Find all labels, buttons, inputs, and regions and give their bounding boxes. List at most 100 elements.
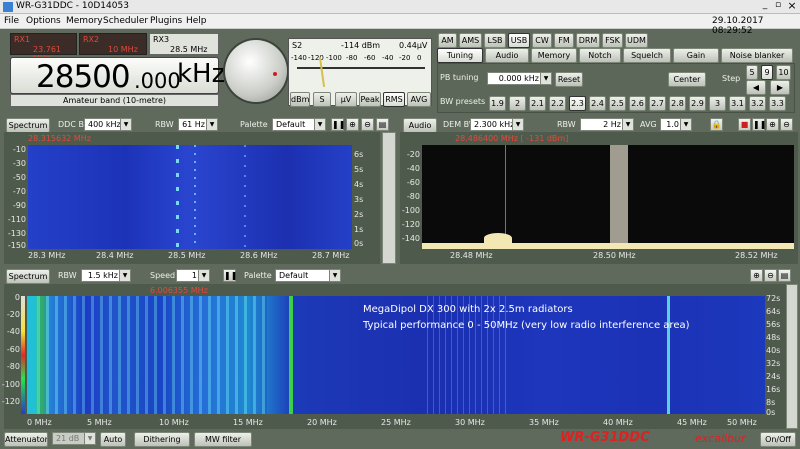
- bw-2-1[interactable]: 2.1: [529, 96, 546, 111]
- zoom-in-icon[interactable]: ⊕: [766, 118, 779, 131]
- bw-2-4[interactable]: 2.4: [589, 96, 606, 111]
- mode-fsk[interactable]: FSK: [602, 33, 623, 48]
- bw-3-3[interactable]: 3.3: [769, 96, 786, 111]
- step-5[interactable]: 5: [746, 65, 758, 80]
- spectrum2-waterfall[interactable]: MegaDipol DX 300 with 2x 2.5m radiators …: [27, 296, 765, 414]
- settings-icon[interactable]: ▤: [778, 269, 791, 282]
- dem-bw-select[interactable]: 2.300 kHz: [470, 118, 524, 131]
- waterfall-band: [667, 296, 670, 414]
- spectrum2-scrollbar[interactable]: [786, 284, 798, 429]
- menu-plugins[interactable]: Plugins: [150, 16, 182, 26]
- rx3-tab[interactable]: RX3 28.5 MHz: [149, 33, 219, 55]
- step-10[interactable]: 10: [776, 65, 791, 80]
- bw-3[interactable]: 3: [709, 96, 726, 111]
- on-off-button[interactable]: On/Off: [760, 432, 796, 447]
- zoom-out-icon[interactable]: ⊖: [780, 118, 793, 131]
- step-right-button[interactable]: ▶: [770, 80, 790, 95]
- pause-icon[interactable]: ❚❚: [752, 118, 766, 131]
- signal-bump: [484, 233, 512, 243]
- mode-fm[interactable]: FM: [554, 33, 574, 48]
- avg-select[interactable]: 1.0 s: [660, 118, 692, 140]
- center-button[interactable]: Center: [668, 72, 706, 87]
- mode-usb[interactable]: USB: [508, 33, 530, 48]
- zoom-in-icon[interactable]: ⊕: [346, 118, 359, 131]
- tab-tuning[interactable]: Tuning: [437, 48, 483, 63]
- reset-button[interactable]: Reset: [555, 72, 583, 87]
- spectrum1-scrollbar[interactable]: [382, 132, 396, 264]
- step-left-button[interactable]: ◀: [746, 80, 766, 95]
- mode-cw[interactable]: CW: [532, 33, 552, 48]
- palette2-select[interactable]: Default: [275, 269, 341, 282]
- peak-button[interactable]: Peak: [359, 92, 381, 107]
- menu-help[interactable]: Help: [186, 16, 207, 26]
- record-icon[interactable]: ■: [738, 118, 751, 131]
- rbw3-select[interactable]: 1.5 kHz: [81, 269, 131, 282]
- spectrum2-time-axis: 72s 64s 56s 48s 40s 32s 24s 16s 8s 0s: [766, 294, 781, 417]
- settings-icon[interactable]: ▤: [376, 118, 389, 131]
- bw-2-6[interactable]: 2.6: [629, 96, 646, 111]
- audio-button[interactable]: Audio: [403, 118, 437, 133]
- s-button[interactable]: S: [313, 92, 331, 107]
- tab-squelch[interactable]: Squelch: [623, 48, 671, 63]
- step-9[interactable]: 9: [761, 65, 773, 80]
- bw-2-9[interactable]: 2.9: [689, 96, 706, 111]
- mw-filter-button[interactable]: MW filter: [194, 432, 252, 447]
- palette1-select[interactable]: Default: [272, 118, 326, 131]
- mode-drm[interactable]: DRM: [576, 33, 600, 48]
- bw-2-5[interactable]: 2.5: [609, 96, 626, 111]
- zoom-out-icon[interactable]: ⊖: [764, 269, 777, 282]
- dbm-button[interactable]: dBm: [290, 92, 310, 107]
- attenuator-button[interactable]: Attenuator: [4, 432, 48, 447]
- mode-udm[interactable]: UDM: [625, 33, 648, 48]
- dithering-button[interactable]: Dithering: [134, 432, 190, 447]
- rbw1-select[interactable]: 61 Hz: [178, 118, 218, 131]
- menu-memory[interactable]: Memory: [66, 16, 103, 26]
- tab-audio[interactable]: Audio: [485, 48, 529, 63]
- rx2-tab[interactable]: RX2 10 MHz: [79, 33, 147, 55]
- menu-file[interactable]: File: [4, 16, 19, 26]
- bw-3-1[interactable]: 3.1: [729, 96, 746, 111]
- bw-2-3[interactable]: 2.3: [569, 96, 586, 111]
- uv-button[interactable]: μV: [335, 92, 357, 107]
- tab-notch[interactable]: Notch: [579, 48, 621, 63]
- zoom-in-icon[interactable]: ⊕: [750, 269, 763, 282]
- step-label: Step: [722, 74, 741, 83]
- mode-lsb[interactable]: LSB: [484, 33, 506, 48]
- rbw2-select[interactable]: 2 Hz: [580, 118, 634, 131]
- tab-memory[interactable]: Memory: [531, 48, 577, 63]
- close-button[interactable]: ×: [786, 0, 798, 12]
- mode-ams[interactable]: AMS: [459, 33, 482, 48]
- tab-noise-blanker[interactable]: Noise blanker: [721, 48, 793, 63]
- audio-spectrum-plot[interactable]: [422, 145, 794, 249]
- mode-am[interactable]: AM: [438, 33, 457, 48]
- pb-tuning-field[interactable]: 0.000 kHz: [487, 72, 552, 85]
- pause-icon[interactable]: ❚❚: [223, 269, 237, 282]
- rms-button[interactable]: RMS: [383, 92, 405, 107]
- frequency-display[interactable]: 28500 .000 kHz: [10, 57, 225, 95]
- lock-icon[interactable]: 🔒: [710, 118, 723, 131]
- speed-select[interactable]: 1: [176, 269, 210, 282]
- bw-3-2[interactable]: 3.2: [749, 96, 766, 111]
- bw-2[interactable]: 2: [509, 96, 526, 111]
- spectrum2-xaxis: 0 MHz 5 MHz 10 MHz 15 MHz 20 MHz 25 MHz 30 MHz…: [27, 418, 757, 427]
- ddc-bw-select[interactable]: 400 kHz: [84, 118, 132, 131]
- restore-button[interactable]: ▫: [772, 0, 784, 10]
- minimize-button[interactable]: _: [759, 0, 771, 10]
- attenuator-select[interactable]: 21 dB: [52, 432, 96, 445]
- tuning-knob[interactable]: [225, 40, 287, 102]
- bw-2-8[interactable]: 2.8: [669, 96, 686, 111]
- pause-icon[interactable]: ❚❚: [331, 118, 345, 131]
- bw-2-2[interactable]: 2.2: [549, 96, 566, 111]
- spectrum1-waterfall[interactable]: [28, 145, 352, 249]
- avg-button[interactable]: AVG: [407, 92, 431, 107]
- tab-gain[interactable]: Gain: [673, 48, 719, 63]
- zoom-out-icon[interactable]: ⊖: [361, 118, 374, 131]
- spectrum2-button[interactable]: Spectrum: [6, 269, 50, 284]
- auto-button[interactable]: Auto: [100, 432, 126, 447]
- menu-scheduler[interactable]: Scheduler: [103, 16, 148, 26]
- menu-options[interactable]: Options: [26, 16, 61, 26]
- bw-1-9[interactable]: 1.9: [489, 96, 506, 111]
- rx1-tab[interactable]: RX1 23.761 MHz: [10, 33, 77, 63]
- bw-2-7[interactable]: 2.7: [649, 96, 666, 111]
- spectrum1-button[interactable]: Spectrum: [6, 118, 50, 133]
